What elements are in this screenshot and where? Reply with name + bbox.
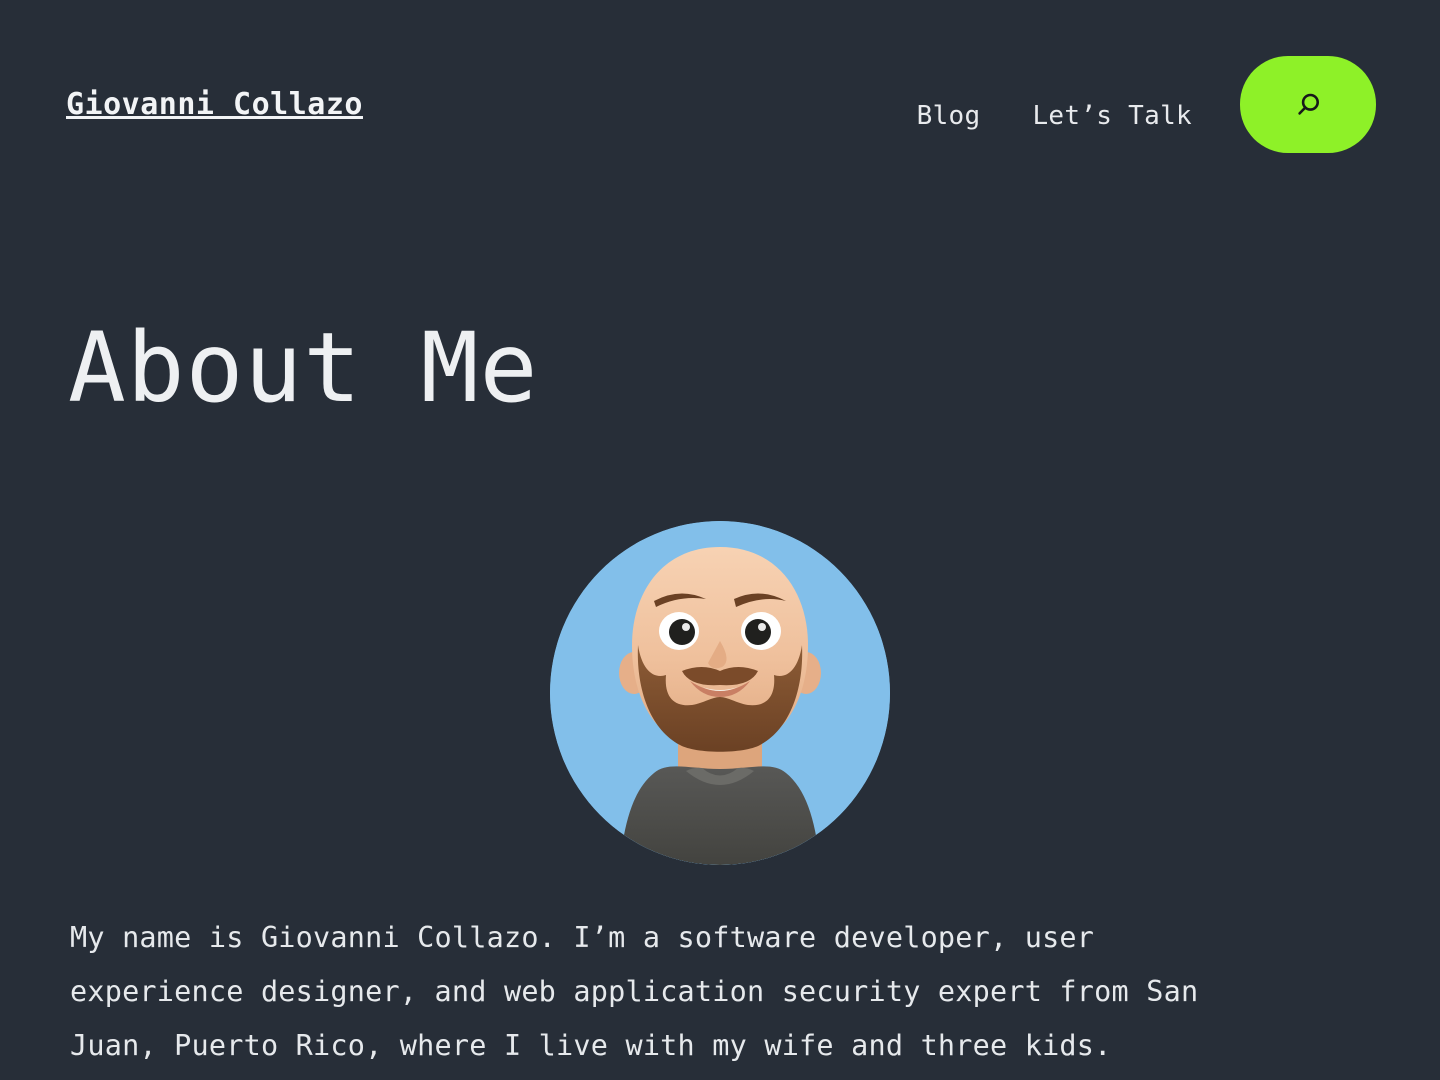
page-title: About Me xyxy=(68,312,539,424)
about-paragraph: My name is Giovanni Collazo. I’m a softw… xyxy=(70,921,1199,1062)
page-main: About Me My name is Giovanni Collazo. I’… xyxy=(0,212,1440,1073)
memoji-avatar xyxy=(550,521,890,865)
search-icon xyxy=(1294,91,1322,119)
search-button[interactable] xyxy=(1240,56,1376,153)
nav-link-lets-talk[interactable]: Let’s Talk xyxy=(1032,91,1192,141)
main-navigation: Blog Let’s Talk xyxy=(917,56,1376,153)
avatar-wrapper xyxy=(0,521,1440,865)
site-header: Giovanni Collazo Blog Let’s Talk xyxy=(0,0,1440,212)
nav-link-blog[interactable]: Blog xyxy=(917,91,981,141)
site-title[interactable]: Giovanni Collazo xyxy=(66,58,363,120)
